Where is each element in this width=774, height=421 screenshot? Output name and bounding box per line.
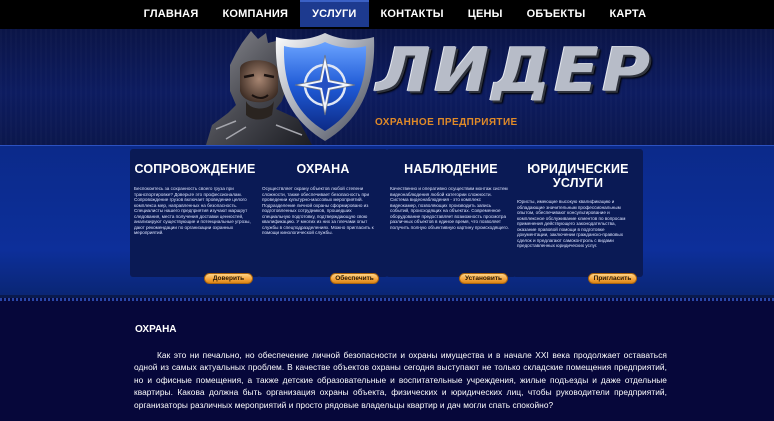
nav-item-services[interactable]: УСЛУГИ [300,0,369,27]
logo-text: ЛИДЕР [376,35,654,106]
top-navigation: ГЛАВНАЯ КОМПАНИЯ УСЛУГИ КОНТАКТЫ ЦЕНЫ ОБ… [0,0,774,29]
service-card-legal: ЮРИДИЧЕСКИЕ УСЛУГИ Юристы, имеющие высок… [513,149,643,290]
service-title: СОПРОВОЖДЕНИЕ [134,162,256,176]
service-title: ОХРАНА [296,162,350,176]
shield-compass-icon [275,33,375,141]
main-content: ОХРАНА Как это ни печально, но обеспечен… [0,304,774,421]
service-button-invite[interactable]: Пригласить [588,273,637,284]
content-heading: ОХРАНА [135,324,177,335]
nav-item-objects[interactable]: ОБЪЕКТЫ [515,0,598,27]
logo-subtitle: ОХРАННОЕ ПРЕДПРИЯТИЕ [375,117,518,128]
service-text: Осуществляет охрану объектов любой степе… [262,186,374,235]
nav-item-home[interactable]: ГЛАВНАЯ [132,0,211,27]
content-paragraph: Как это ни печально, но обеспечение личн… [134,350,667,410]
service-button-entrust[interactable]: Доверить [204,273,253,284]
nav-item-contacts[interactable]: КОНТАКТЫ [369,0,456,27]
service-button-install[interactable]: Установить [459,273,508,284]
service-title: НАБЛЮДЕНИЕ [404,162,498,176]
services-band: СОПРОВОЖДЕНИЕ Беспокоитесь за сохранност… [0,145,774,301]
service-text: Беспокоитесь за сохранность своего груза… [134,186,251,235]
service-button-provide[interactable]: Обеспечить [330,273,379,284]
site-header: ЛИДЕР ОХРАННОЕ ПРЕДПРИЯТИЕ [0,29,774,145]
nav-item-prices[interactable]: ЦЕНЫ [456,0,515,27]
service-card-guard: ОХРАНА Осуществляет охрану объектов любо… [258,149,388,290]
nav-item-company[interactable]: КОМПАНИЯ [210,0,300,27]
nav-menu: ГЛАВНАЯ КОМПАНИЯ УСЛУГИ КОНТАКТЫ ЦЕНЫ ОБ… [132,0,659,29]
service-title: ЮРИДИЧЕСКИЕ УСЛУГИ [527,162,629,190]
service-text: Качественно и оперативно осуществим монт… [390,186,509,230]
service-text: Юристы, имеющие высокую квалификацию и о… [517,199,626,248]
service-card-escort: СОПРОВОЖДЕНИЕ Беспокоитесь за сохранност… [130,149,260,290]
nav-item-map[interactable]: КАРТА [597,0,658,27]
service-card-surveillance: НАБЛЮДЕНИЕ Качественно и оперативно осущ… [386,149,516,290]
